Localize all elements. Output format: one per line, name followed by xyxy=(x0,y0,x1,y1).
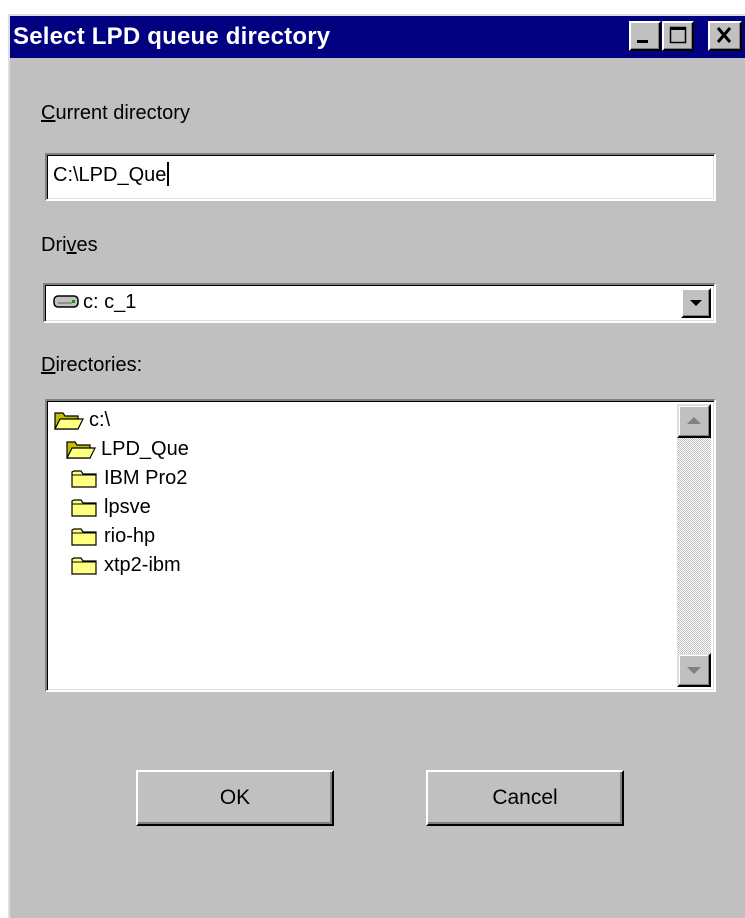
tree-item-lpsve[interactable]: lpsve xyxy=(71,493,151,521)
tree-item-rio-hp[interactable]: rio-hp xyxy=(71,522,155,550)
vertical-scrollbar[interactable] xyxy=(677,404,711,687)
directories-label: Directories: xyxy=(41,354,143,376)
cancel-button[interactable]: Cancel xyxy=(426,770,624,826)
directories-list[interactable]: c:\ LPD_Que IBM Pro2 lpsve rio-hp xtp2-i… xyxy=(45,399,716,692)
current-directory-value: C:\LPD_Que xyxy=(53,164,167,186)
text-caret xyxy=(167,162,170,186)
folder-icon xyxy=(71,528,97,546)
tree-item-label: c:\ xyxy=(89,408,111,431)
open-folder-icon xyxy=(54,412,84,430)
window-title: Select LPD queue directory xyxy=(13,23,331,50)
tree-item-label: rio-hp xyxy=(104,524,156,547)
minimize-icon xyxy=(637,40,648,43)
scroll-down-button[interactable] xyxy=(677,653,711,687)
drives-dropdown-button[interactable] xyxy=(681,288,711,318)
current-directory-label: Current directory xyxy=(41,102,190,124)
maximize-button[interactable] xyxy=(662,21,694,51)
drives-dropdown[interactable]: c: c_1 xyxy=(43,283,716,323)
dialog-window: Select LPD queue directory Current direc… xyxy=(8,14,745,918)
tree-item-label: IBM Pro2 xyxy=(104,466,188,489)
tree-item-lpd-que[interactable]: LPD_Que xyxy=(66,435,189,463)
maximize-icon xyxy=(669,26,687,44)
folder-icon xyxy=(71,557,97,575)
tree-item-xtp2-ibm[interactable]: xtp2-ibm xyxy=(71,551,181,579)
tree-item-ibm-pro2[interactable]: IBM Pro2 xyxy=(71,464,187,492)
open-folder-icon xyxy=(66,441,96,459)
scroll-up-button[interactable] xyxy=(677,404,711,438)
ok-button[interactable]: OK xyxy=(136,770,334,826)
tree-item-c-root[interactable]: c:\ xyxy=(54,406,110,434)
tree-item-label: LPD_Que xyxy=(101,437,189,460)
folder-icon xyxy=(71,499,97,517)
drive-icon xyxy=(53,295,79,308)
close-button[interactable] xyxy=(708,21,742,51)
tree-item-label: lpsve xyxy=(104,495,151,518)
drives-selected: c: c_1 xyxy=(83,291,137,313)
scroll-down-arrow-icon xyxy=(687,667,701,674)
close-icon xyxy=(716,27,732,43)
tree-item-label: xtp2-ibm xyxy=(104,553,181,576)
minimize-button[interactable] xyxy=(629,21,661,51)
drives-label: Drives xyxy=(41,234,98,256)
current-directory-field[interactable]: C:\LPD_Que xyxy=(45,153,716,201)
chevron-down-icon xyxy=(690,300,702,306)
title-bar[interactable]: Select LPD queue directory xyxy=(10,16,745,58)
scroll-up-arrow-icon xyxy=(687,417,701,424)
folder-icon xyxy=(71,470,97,488)
